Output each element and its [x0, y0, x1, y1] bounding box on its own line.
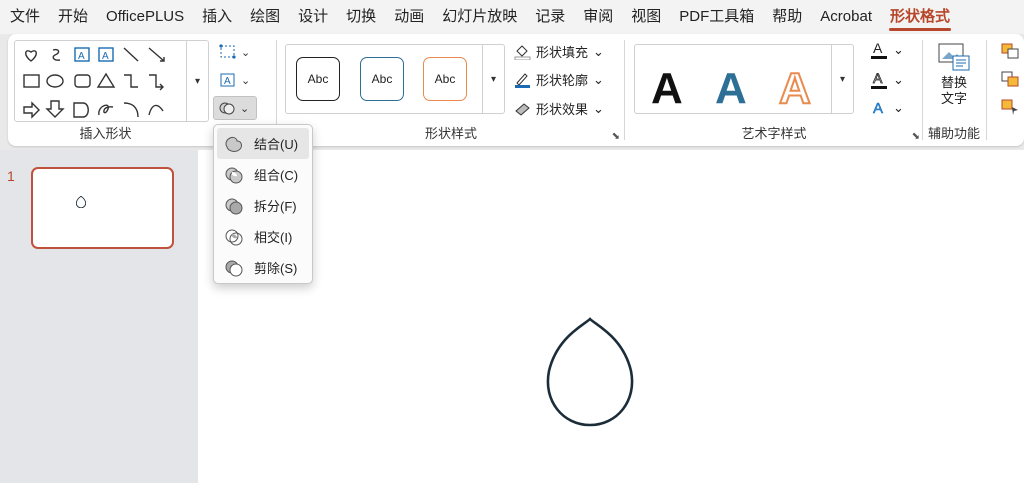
chevron-down-icon: ⌄	[893, 42, 904, 57]
wordart-sample-blue[interactable]: A	[715, 67, 747, 111]
tab-shape-format[interactable]: 形状格式	[881, 0, 959, 34]
tab-acrobat[interactable]: Acrobat	[811, 0, 881, 34]
style-sample-black[interactable]: Abc	[296, 57, 340, 101]
chevron-down-icon: ⌄	[893, 72, 904, 87]
accessibility-label: 辅助功能	[927, 126, 980, 141]
union-icon	[225, 136, 242, 152]
wordart-sample-orange[interactable]: A	[778, 66, 812, 112]
send-backward-icon[interactable]	[1000, 70, 1020, 88]
text-effects-icon: A	[873, 100, 884, 118]
menu-item-fragment[interactable]: 拆分(F)	[214, 190, 312, 221]
slide-canvas[interactable]	[198, 150, 1024, 483]
tab-review[interactable]: 审阅	[574, 0, 622, 34]
shape-styles-label: 形状样式	[424, 126, 477, 141]
menu-item-subtract[interactable]: 剪除(S)	[214, 252, 312, 283]
tab-draw[interactable]: 绘图	[241, 0, 289, 34]
combine-icon	[225, 167, 243, 183]
chevron-down-icon: ⌄	[593, 71, 604, 87]
arrange-group	[996, 34, 1024, 146]
menu-item-combine[interactable]: 组合(C)	[214, 159, 312, 190]
tab-help[interactable]: 帮助	[763, 0, 811, 34]
wordart-styles-group: A A A ▾ A ⌄ A ⌄ A ⌄ 艺术字样式 ⬊	[626, 34, 922, 146]
group-divider	[624, 40, 625, 140]
slide-thumbnail[interactable]	[31, 167, 174, 249]
shape-effects-icon	[515, 103, 530, 116]
style-sample-orange[interactable]: Abc	[423, 57, 467, 101]
chevron-down-icon: ⌄	[893, 100, 904, 115]
gallery-more-icon[interactable]: ▾	[831, 45, 853, 113]
teardrop-thumbnail-icon	[76, 196, 86, 208]
bring-forward-icon[interactable]	[1000, 42, 1020, 60]
ribbon: A A ▾ ⌄ A ⌄ ⌄ 插入形状 Abc Abc Abc ▾ 形状填充 ⌄ …	[8, 34, 1024, 146]
chevron-down-icon: ⌄	[240, 102, 250, 115]
selection-pane-icon[interactable]	[1000, 98, 1020, 116]
gallery-more-icon[interactable]: ▾	[482, 45, 504, 113]
menu-bar: 文件 开始 OfficePLUS 插入 绘图 设计 切换 动画 幻灯片放映 记录…	[0, 0, 1024, 34]
tab-home[interactable]: 开始	[49, 0, 97, 34]
style-sample-blue[interactable]: Abc	[360, 57, 404, 101]
text-fill-icon: A	[871, 40, 887, 59]
gallery-more-icon[interactable]: ▾	[186, 41, 208, 121]
intersect-icon	[225, 229, 243, 245]
shapes-grid-icon[interactable]: A A	[21, 45, 191, 121]
svg-text:A: A	[78, 51, 85, 62]
edit-shape-icon	[219, 44, 236, 59]
shape-fill-button[interactable]: 形状填充 ⌄	[514, 42, 604, 61]
svg-text:A: A	[873, 100, 883, 117]
tab-view[interactable]: 视图	[622, 0, 670, 34]
group-divider	[922, 40, 923, 140]
alt-text-icon	[938, 43, 970, 71]
paint-bucket-icon	[514, 45, 531, 60]
tab-transitions[interactable]: 切换	[337, 0, 385, 34]
chevron-down-icon: ⌄	[593, 100, 604, 116]
tab-record[interactable]: 记录	[526, 0, 574, 34]
chevron-down-icon: ⌄	[241, 74, 251, 87]
text-box-button[interactable]: A ⌄	[215, 68, 259, 92]
wordart-sample-black[interactable]: A	[651, 67, 683, 111]
tab-insert[interactable]: 插入	[193, 0, 241, 34]
tab-pdf-toolbox[interactable]: PDF工具箱	[670, 0, 763, 34]
tab-animations[interactable]: 动画	[385, 0, 433, 34]
shape-effects-button[interactable]: 形状效果 ⌄	[514, 99, 604, 118]
edit-shape-button[interactable]: ⌄	[215, 40, 259, 64]
text-outline-button[interactable]: A ⌄	[870, 70, 904, 90]
menu-item-union[interactable]: 结合(U)	[217, 128, 309, 159]
tab-slideshow[interactable]: 幻灯片放映	[433, 0, 526, 34]
chevron-down-icon: ⌄	[241, 46, 251, 59]
svg-text:A: A	[224, 76, 231, 87]
shape-outline-button[interactable]: 形状轮廓 ⌄	[514, 70, 604, 89]
shape-gallery[interactable]: A A ▾	[14, 40, 209, 122]
slide-thumbnails-pane: 1	[0, 150, 198, 483]
pen-icon	[515, 73, 530, 88]
dialog-launcher-icon[interactable]: ⬊	[912, 131, 920, 142]
text-outline-icon: A	[871, 70, 887, 89]
slide-number: 1	[7, 168, 15, 184]
shape-styles-group: Abc Abc Abc ▾ 形状填充 ⌄ 形状轮廓 ⌄ 形状效果 ⌄ 形状样式 ⬊	[278, 34, 624, 146]
group-divider	[986, 40, 987, 140]
accessibility-group: 替换 文字 辅助功能	[924, 34, 984, 146]
svg-text:A: A	[873, 40, 883, 56]
merge-shapes-icon	[219, 102, 235, 115]
wordart-styles-label: 艺术字样式	[741, 126, 807, 141]
text-box-icon: A	[220, 73, 235, 87]
subtract-icon	[225, 260, 243, 276]
chevron-down-icon: ⌄	[593, 43, 604, 59]
menu-item-intersect[interactable]: 相交(I)	[214, 221, 312, 252]
tab-design[interactable]: 设计	[289, 0, 337, 34]
tab-officeplus[interactable]: OfficePLUS	[97, 0, 193, 34]
svg-text:A: A	[873, 70, 883, 86]
fragment-icon	[225, 198, 243, 214]
merge-shapes-menu: 结合(U) 组合(C) 拆分(F) 相交(I) 剪除(S)	[213, 124, 313, 284]
insert-shapes-label: 插入形状	[79, 126, 132, 141]
text-fill-button[interactable]: A ⌄	[870, 40, 904, 60]
dialog-launcher-icon[interactable]: ⬊	[612, 131, 620, 142]
text-effects-button[interactable]: A ⌄	[870, 98, 904, 118]
svg-text:A: A	[102, 51, 109, 62]
tab-file[interactable]: 文件	[0, 0, 49, 34]
merge-shapes-button[interactable]: ⌄	[213, 96, 257, 120]
shape-style-gallery[interactable]: Abc Abc Abc ▾	[285, 44, 505, 114]
alt-text-button[interactable]: 替换 文字	[934, 42, 974, 107]
teardrop-shape[interactable]	[543, 317, 637, 427]
wordart-gallery[interactable]: A A A ▾	[634, 44, 854, 114]
